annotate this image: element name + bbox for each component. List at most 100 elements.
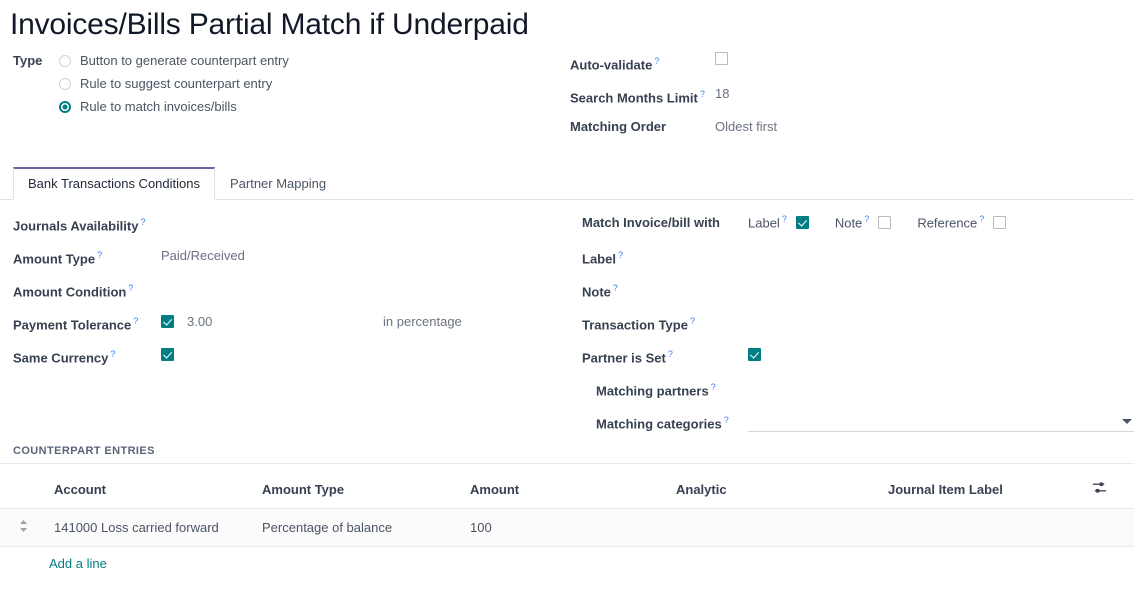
amount-condition-row: Amount Condition? bbox=[13, 280, 563, 313]
help-icon-payment-tolerance[interactable]: ? bbox=[133, 316, 138, 326]
radio-label-rule-suggest: Rule to suggest counterpart entry bbox=[80, 76, 272, 91]
conditions-left-column: Journals Availability? Amount Type? Paid… bbox=[13, 214, 563, 379]
journals-availability-row: Journals Availability? bbox=[13, 214, 563, 247]
help-icon-search-months-limit[interactable]: ? bbox=[700, 89, 705, 99]
same-currency-label: Same Currency? bbox=[13, 346, 161, 366]
amount-condition-label: Amount Condition? bbox=[13, 280, 161, 300]
table-header-handle bbox=[0, 464, 54, 509]
row-journal-item-label[interactable] bbox=[888, 509, 1092, 547]
help-icon-note-field[interactable]: ? bbox=[613, 283, 618, 293]
match-option-reference-label: Reference? bbox=[917, 214, 984, 230]
row-analytic[interactable] bbox=[676, 509, 888, 547]
chevron-down-icon[interactable] bbox=[1122, 419, 1132, 424]
radio-label-rule-match: Rule to match invoices/bills bbox=[80, 99, 237, 114]
help-icon-journals-availability[interactable]: ? bbox=[140, 217, 145, 227]
search-months-limit-value[interactable]: 18 bbox=[715, 85, 729, 103]
table-header-row: Account Amount Type Amount Analytic Jour… bbox=[0, 464, 1134, 509]
payment-tolerance-label: Payment Tolerance? bbox=[13, 313, 161, 333]
amount-type-label: Amount Type? bbox=[13, 247, 161, 267]
type-label: Type bbox=[13, 52, 59, 70]
auto-validate-checkbox[interactable] bbox=[715, 52, 728, 65]
add-a-line-button[interactable]: Add a line bbox=[0, 547, 1134, 571]
matching-partners-label: Matching partners? bbox=[582, 379, 748, 399]
matching-categories-row: Matching categories? bbox=[582, 412, 1134, 445]
help-icon-match-note[interactable]: ? bbox=[864, 214, 869, 224]
match-option-label-label: Label? bbox=[748, 214, 787, 230]
label-field-label: Label? bbox=[582, 247, 748, 267]
match-invoice-with-row: Match Invoice/bill with Label? Note? Ref… bbox=[582, 214, 1134, 247]
matching-order-label: Matching Order bbox=[570, 118, 715, 136]
table-header-analytic[interactable]: Analytic bbox=[676, 464, 888, 509]
row-amount[interactable]: 100 bbox=[470, 509, 676, 547]
drag-handle-icon[interactable] bbox=[18, 519, 29, 536]
table-header-amount-type[interactable]: Amount Type bbox=[262, 464, 470, 509]
match-invoice-with-options: Label? Note? Reference? bbox=[748, 214, 1006, 230]
radio-option-button-generate[interactable]: Button to generate counterpart entry bbox=[59, 53, 289, 68]
matching-categories-label: Matching categories? bbox=[582, 412, 748, 432]
matching-categories-select[interactable] bbox=[748, 412, 1134, 432]
amount-type-value[interactable]: Paid/Received bbox=[161, 247, 245, 264]
help-icon-same-currency[interactable]: ? bbox=[110, 349, 115, 359]
radio-icon-rule-match[interactable] bbox=[59, 101, 71, 113]
column-settings-icon[interactable] bbox=[1092, 480, 1107, 498]
counterpart-entries-table: Account Amount Type Amount Analytic Jour… bbox=[0, 464, 1134, 547]
match-option-label-checkbox[interactable] bbox=[796, 216, 809, 229]
table-header-account[interactable]: Account bbox=[54, 464, 262, 509]
counterpart-entries-title: COUNTERPART ENTRIES bbox=[0, 445, 1134, 463]
row-account[interactable]: 141000 Loss carried forward bbox=[54, 509, 262, 547]
tab-bar: Bank Transactions Conditions Partner Map… bbox=[0, 167, 1134, 200]
top-settings-area: Type Button to generate counterpart entr… bbox=[0, 44, 1134, 151]
help-icon-partner-is-set[interactable]: ? bbox=[668, 349, 673, 359]
help-icon-match-label[interactable]: ? bbox=[782, 214, 787, 224]
bank-transactions-conditions-panel: Journals Availability? Amount Type? Paid… bbox=[0, 200, 1134, 445]
table-header-options bbox=[1092, 464, 1134, 509]
radio-icon-rule-suggest[interactable] bbox=[59, 78, 71, 90]
table-row[interactable]: 141000 Loss carried forward Percentage o… bbox=[0, 509, 1134, 547]
partner-is-set-label: Partner is Set? bbox=[582, 346, 748, 366]
row-amount-type[interactable]: Percentage of balance bbox=[262, 509, 470, 547]
amount-type-row: Amount Type? Paid/Received bbox=[13, 247, 563, 280]
help-icon-match-reference[interactable]: ? bbox=[979, 214, 984, 224]
match-option-note-label: Note? bbox=[835, 214, 869, 230]
payment-tolerance-checkbox[interactable] bbox=[161, 315, 174, 328]
partner-is-set-checkbox[interactable] bbox=[748, 348, 761, 361]
radio-option-rule-suggest[interactable]: Rule to suggest counterpart entry bbox=[59, 76, 289, 91]
match-option-note-checkbox[interactable] bbox=[878, 216, 891, 229]
top-right-field-group: Auto-validate? Search Months Limit? 18 M… bbox=[570, 52, 1134, 151]
table-header-amount[interactable]: Amount bbox=[470, 464, 676, 509]
match-option-reference-checkbox[interactable] bbox=[993, 216, 1006, 229]
help-icon-amount-type[interactable]: ? bbox=[97, 250, 102, 260]
help-icon-matching-partners[interactable]: ? bbox=[711, 382, 716, 392]
partner-is-set-row: Partner is Set? bbox=[582, 346, 1134, 379]
transaction-type-row: Transaction Type? bbox=[582, 313, 1134, 346]
same-currency-row: Same Currency? bbox=[13, 346, 563, 379]
help-icon-label-field[interactable]: ? bbox=[618, 250, 623, 260]
same-currency-checkbox[interactable] bbox=[161, 348, 174, 361]
help-icon-matching-categories[interactable]: ? bbox=[724, 415, 729, 425]
matching-order-value[interactable]: Oldest first bbox=[715, 118, 777, 136]
note-field-label: Note? bbox=[582, 280, 748, 300]
help-icon-transaction-type[interactable]: ? bbox=[690, 316, 695, 326]
journals-availability-label: Journals Availability? bbox=[13, 214, 161, 234]
matching-partners-row: Matching partners? bbox=[582, 379, 1134, 412]
counterpart-entries-section: COUNTERPART ENTRIES Account Amount Type … bbox=[0, 445, 1134, 571]
auto-validate-label: Auto-validate? bbox=[570, 52, 715, 74]
matching-order-row: Matching Order Oldest first bbox=[570, 118, 1134, 144]
search-months-limit-row: Search Months Limit? 18 bbox=[570, 85, 1134, 111]
search-months-limit-label: Search Months Limit? bbox=[570, 85, 715, 107]
payment-tolerance-value[interactable]: 3.00 bbox=[187, 313, 212, 330]
tab-partner-mapping[interactable]: Partner Mapping bbox=[215, 167, 341, 200]
page-title: Invoices/Bills Partial Match if Underpai… bbox=[0, 0, 1134, 44]
payment-tolerance-row: Payment Tolerance? 3.00 in percentage bbox=[13, 313, 563, 346]
help-icon-amount-condition[interactable]: ? bbox=[128, 283, 133, 293]
type-radio-group: Button to generate counterpart entry Rul… bbox=[59, 52, 289, 114]
transaction-type-label: Transaction Type? bbox=[582, 313, 748, 333]
payment-tolerance-suffix: in percentage bbox=[383, 313, 462, 330]
match-invoice-with-label: Match Invoice/bill with bbox=[582, 214, 748, 231]
table-header-journal-item-label[interactable]: Journal Item Label bbox=[888, 464, 1092, 509]
tab-bank-transactions-conditions[interactable]: Bank Transactions Conditions bbox=[13, 167, 215, 200]
radio-label-button-generate: Button to generate counterpart entry bbox=[80, 53, 289, 68]
help-icon-auto-validate[interactable]: ? bbox=[654, 56, 659, 66]
radio-icon-button-generate[interactable] bbox=[59, 55, 71, 67]
radio-option-rule-match[interactable]: Rule to match invoices/bills bbox=[59, 99, 289, 114]
